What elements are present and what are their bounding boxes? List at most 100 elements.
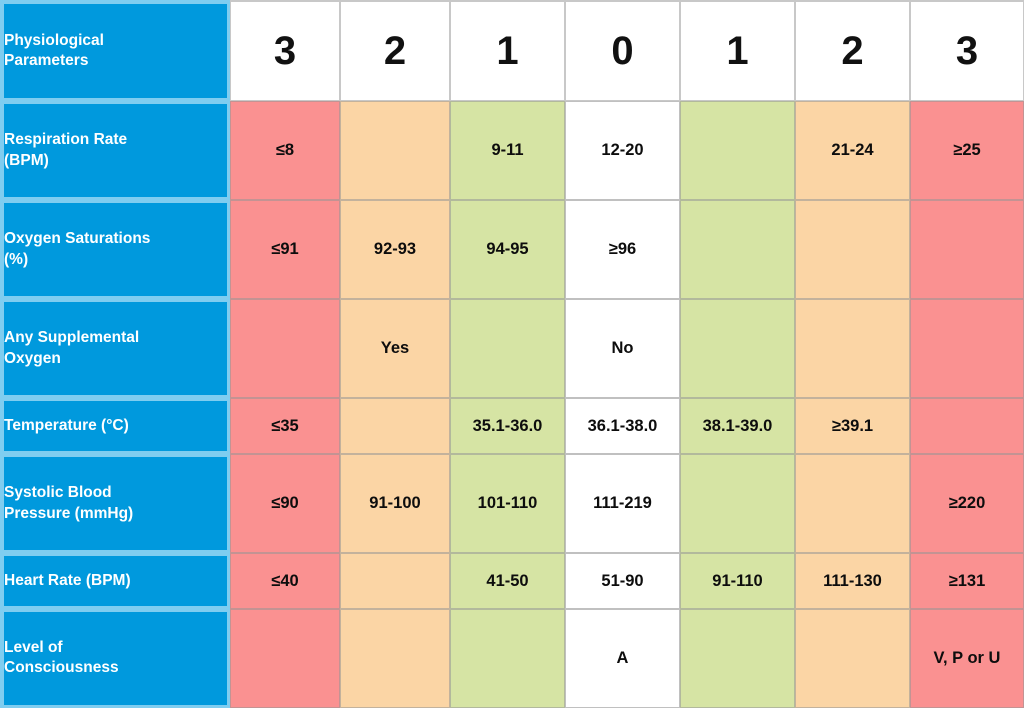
- score-value-text: 91-110: [712, 571, 763, 590]
- table-header-row: Physiological Parameters 3 2 1 0 1 2 3: [0, 0, 1024, 102]
- score-value-text: ≥220: [948, 494, 986, 513]
- score-value-cell: [795, 608, 910, 708]
- score-value-text: 111-130: [823, 571, 882, 590]
- score-value-text: 51-90: [601, 571, 644, 590]
- score-value-cell: 12-20: [565, 101, 680, 201]
- parameter-label-cell: Level of Consciousness: [0, 608, 230, 708]
- score-value-text: ≤90: [271, 494, 299, 513]
- score-value-cell: No: [565, 299, 680, 399]
- score-value-cell: ≤90: [230, 454, 340, 554]
- score-column-header-4: 1: [680, 0, 795, 102]
- column-header-label-line2: Parameters: [4, 52, 89, 70]
- score-value-cell: 91-100: [340, 454, 450, 554]
- score-value-cell: ≥96: [565, 200, 680, 300]
- score-value-text: ≥96: [608, 240, 637, 259]
- score-value-cell: ≥25: [910, 101, 1024, 201]
- score-value-cell: 41-50: [450, 553, 565, 609]
- score-value-text: 35.1-36.0: [472, 416, 543, 435]
- score-value-cell: 111-130: [795, 553, 910, 609]
- score-value-cell: [795, 200, 910, 300]
- parameter-label-line1: Heart Rate (BPM): [4, 571, 131, 589]
- parameter-label-line2: (%): [4, 250, 29, 268]
- score-value-text: 91-100: [369, 494, 421, 513]
- parameter-label-line1: Oxygen Saturations: [4, 230, 151, 248]
- score-value-cell: 101-110: [450, 454, 565, 554]
- score-value-cell: [340, 398, 450, 455]
- score-value-cell: 21-24: [795, 101, 910, 201]
- score-value-cell: [230, 608, 340, 708]
- score-value-text: ≤35: [271, 416, 299, 435]
- score-value-text: 9-11: [491, 141, 524, 160]
- score-value-cell: A: [565, 608, 680, 708]
- score-value-cell: ≤40: [230, 553, 340, 609]
- score-column-header-0: 3: [230, 0, 340, 102]
- table-row: Oxygen Saturations (%) ≤91 92-93 94-95 ≥96: [0, 200, 1024, 300]
- score-value-text: A: [616, 648, 629, 667]
- score-value-text: ≤8: [275, 141, 295, 160]
- score-value-text: ≤40: [271, 571, 299, 590]
- score-value-text: ≥131: [948, 571, 986, 590]
- table-row: Heart Rate (BPM) ≤40 41-50 51-90 91-110 111-1…: [0, 553, 1024, 609]
- score-value-text: ≥39.1: [831, 416, 874, 435]
- score-value-cell: [340, 101, 450, 201]
- score-value-text: 38.1-39.0: [702, 416, 773, 435]
- score-value-cell: [795, 454, 910, 554]
- score-value-cell: 36.1-38.0: [565, 398, 680, 455]
- score-value-cell: [680, 299, 795, 399]
- score-value-cell: 51-90: [565, 553, 680, 609]
- column-header-label-line1: Physiological: [4, 31, 104, 49]
- score-value-cell: 91-110: [680, 553, 795, 609]
- parameter-label-line1: Temperature (°C): [4, 416, 129, 434]
- parameter-label-line1: Any Supplemental: [4, 329, 140, 347]
- score-value-cell: ≤91: [230, 200, 340, 300]
- score-value-cell: ≥39.1: [795, 398, 910, 455]
- score-value-cell: 92-93: [340, 200, 450, 300]
- score-value-cell: V, P or U: [910, 608, 1024, 708]
- score-value-cell: 94-95: [450, 200, 565, 300]
- parameter-label-cell: Heart Rate (BPM): [0, 553, 230, 609]
- score-value-cell: [450, 299, 565, 399]
- score-value-text: 111-219: [593, 494, 652, 513]
- score-value-cell: [340, 553, 450, 609]
- parameter-label-cell: Respiration Rate (BPM): [0, 101, 230, 201]
- score-value-cell: ≥220: [910, 454, 1024, 554]
- score-value-cell: Yes: [340, 299, 450, 399]
- parameter-label-cell: Any Supplemental Oxygen: [0, 299, 230, 399]
- parameter-label-cell: Temperature (°C): [0, 398, 230, 455]
- news-score-table: Physiological Parameters 3 2 1 0 1 2 3 Respiratio…: [0, 0, 1024, 708]
- table-row: Any Supplemental Oxygen Yes No: [0, 299, 1024, 399]
- table-row: Temperature (°C) ≤35 35.1-36.0 36.1-38.0 38.…: [0, 398, 1024, 455]
- score-value-text: No: [611, 339, 634, 358]
- score-value-text: 12-20: [601, 141, 644, 160]
- parameter-label-line2: Oxygen: [4, 349, 61, 367]
- score-value-cell: [680, 101, 795, 201]
- score-value-cell: 38.1-39.0: [680, 398, 795, 455]
- score-value-cell: [680, 200, 795, 300]
- score-value-text: 92-93: [373, 240, 417, 259]
- score-value-cell: [910, 299, 1024, 399]
- score-value-cell: [230, 299, 340, 399]
- score-value-cell: 9-11: [450, 101, 565, 201]
- score-value-text: 36.1-38.0: [587, 416, 658, 435]
- score-value-text: ≤91: [271, 240, 299, 259]
- score-value-text: Yes: [380, 339, 410, 358]
- parameter-label-cell: Systolic Blood Pressure (mmHg): [0, 454, 230, 554]
- score-column-header-5: 2: [795, 0, 910, 102]
- parameter-label-line1: Level of: [4, 639, 63, 657]
- parameter-label-line2: Pressure (mmHg): [4, 504, 134, 522]
- score-value-text: 101-110: [477, 494, 538, 513]
- parameter-label-line1: Respiration Rate: [4, 131, 128, 149]
- parameter-label-line1: Systolic Blood: [4, 484, 112, 502]
- score-value-text: ≥25: [953, 141, 981, 160]
- score-value-cell: [680, 608, 795, 708]
- score-value-cell: [910, 398, 1024, 455]
- table-row: Systolic Blood Pressure (mmHg) ≤90 91-100 10…: [0, 454, 1024, 554]
- score-value-text: 94-95: [486, 240, 529, 259]
- score-column-header-3: 0: [565, 0, 680, 102]
- score-value-cell: [340, 608, 450, 708]
- score-value-cell: 111-219: [565, 454, 680, 554]
- score-value-cell: ≤35: [230, 398, 340, 455]
- score-value-text: V, P or U: [933, 648, 1001, 667]
- score-value-text: 21-24: [831, 141, 874, 160]
- score-value-cell: [680, 454, 795, 554]
